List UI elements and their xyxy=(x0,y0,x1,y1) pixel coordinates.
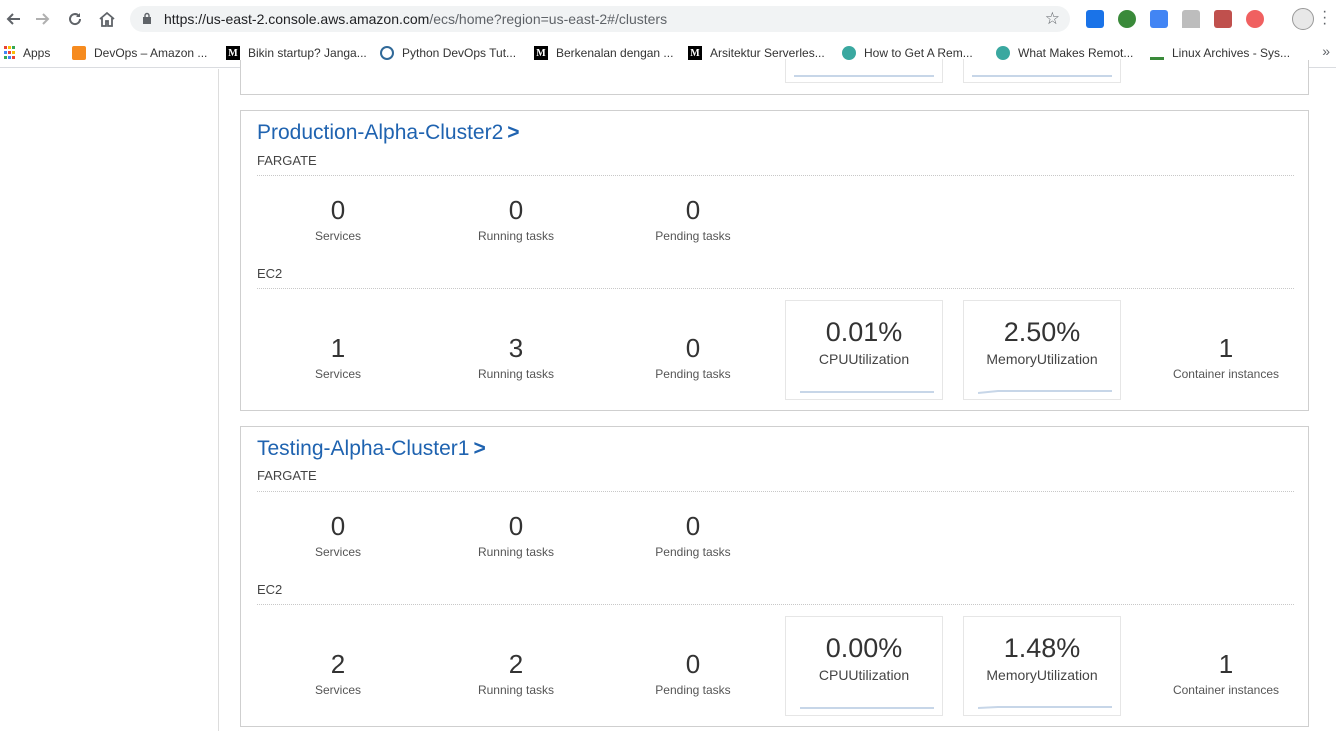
memory-utilization-card[interactable]: 2.50% MemoryUtilization xyxy=(963,300,1121,400)
ec2-label: EC2 xyxy=(257,266,283,281)
container-instances-stat: 1 Container instances xyxy=(1172,333,1280,381)
medium-m-icon: M xyxy=(688,46,702,60)
cpu-sparkline xyxy=(800,391,934,393)
medium-m-icon: M xyxy=(534,46,548,60)
cluster-name-link[interactable]: Testing-Alpha-Cluster1 > xyxy=(257,437,486,461)
apps-grid-icon xyxy=(4,46,15,60)
address-bar[interactable]: https://us-east-2.console.aws.amazon.com… xyxy=(130,6,1070,32)
menu-dots-icon[interactable]: · · · xyxy=(1322,4,1327,32)
ec2-running-tasks-stat: 2 Running tasks xyxy=(477,649,555,697)
container-instances-stat: 1 Container instances xyxy=(1172,649,1280,697)
bookmark-apps[interactable]: Apps xyxy=(4,43,50,63)
extension-icon[interactable] xyxy=(1086,10,1104,28)
ec2-services-stat: 1 Services xyxy=(314,333,361,381)
translate-icon[interactable] xyxy=(1150,10,1168,28)
cluster-card: Testing-Alpha-Cluster1 > FARGATE 0 Service… xyxy=(240,426,1309,727)
url-text: https://us-east-2.console.aws.amazon.com… xyxy=(164,11,668,27)
ec2-services-stat: 2 Services xyxy=(314,649,361,697)
ec2-label: EC2 xyxy=(257,582,283,597)
cpu-utilization-card[interactable]: 0.00% CPUUtilization xyxy=(785,616,943,716)
browser-toolbar: https://us-east-2.console.aws.amazon.com… xyxy=(0,0,1336,38)
python-icon xyxy=(380,46,394,60)
divider xyxy=(257,288,1294,289)
remote-logo-icon xyxy=(996,46,1010,60)
lock-icon xyxy=(143,12,151,24)
cpu-card-partial xyxy=(785,59,943,83)
extension-icon[interactable] xyxy=(1118,10,1136,28)
extension-icon[interactable] xyxy=(1246,10,1264,28)
ec2-pending-tasks-stat: 0 Pending tasks xyxy=(655,333,731,381)
sys-logo-icon xyxy=(1150,46,1164,60)
more-bookmarks-button[interactable]: » xyxy=(1322,43,1330,59)
sparkline xyxy=(972,75,1112,77)
home-icon[interactable] xyxy=(96,8,118,30)
fargate-services-stat: 0 Services xyxy=(314,511,361,559)
reload-icon[interactable] xyxy=(64,8,86,30)
divider xyxy=(257,604,1294,605)
pdf-icon[interactable] xyxy=(1214,10,1232,28)
fargate-pending-tasks-stat: 0 Pending tasks xyxy=(655,511,731,559)
bookmark-item[interactable]: DevOps – Amazon ... xyxy=(72,43,207,63)
divider xyxy=(257,491,1294,492)
cpu-utilization-card[interactable]: 0.01% CPUUtilization xyxy=(785,300,943,400)
cluster-card-partial xyxy=(240,59,1309,95)
memory-utilization-card[interactable]: 1.48% MemoryUtilization xyxy=(963,616,1121,716)
side-navigation xyxy=(0,69,219,731)
fargate-label: FARGATE xyxy=(257,468,317,483)
ec2-pending-tasks-stat: 0 Pending tasks xyxy=(655,649,731,697)
medium-m-icon: M xyxy=(226,46,240,60)
aws-cube-icon xyxy=(72,46,86,60)
drive-icon[interactable] xyxy=(1182,10,1200,28)
back-arrow-icon[interactable] xyxy=(2,8,24,30)
fargate-running-tasks-stat: 0 Running tasks xyxy=(477,511,555,559)
cpu-sparkline xyxy=(800,707,934,709)
fargate-pending-tasks-stat: 0 Pending tasks xyxy=(655,195,731,243)
forward-arrow-icon[interactable] xyxy=(32,8,54,30)
profile-avatar[interactable] xyxy=(1292,8,1314,30)
fargate-label: FARGATE xyxy=(257,153,317,168)
chevron-right-icon: > xyxy=(507,121,520,144)
fargate-running-tasks-stat: 0 Running tasks xyxy=(477,195,555,243)
ec2-running-tasks-stat: 3 Running tasks xyxy=(477,333,555,381)
memory-card-partial xyxy=(963,59,1121,83)
fargate-services-stat: 0 Services xyxy=(314,195,361,243)
bookmark-star-icon[interactable]: ☆ xyxy=(1045,9,1060,29)
sparkline xyxy=(794,75,934,77)
chevron-right-icon: > xyxy=(473,437,486,460)
memory-sparkline xyxy=(978,706,1112,709)
remote-logo-icon xyxy=(842,46,856,60)
divider xyxy=(257,175,1294,176)
memory-sparkline xyxy=(978,390,1112,394)
cluster-card: Production-Alpha-Cluster2 > FARGATE 0 Serv… xyxy=(240,110,1309,411)
cluster-name-link[interactable]: Production-Alpha-Cluster2 > xyxy=(257,121,520,145)
